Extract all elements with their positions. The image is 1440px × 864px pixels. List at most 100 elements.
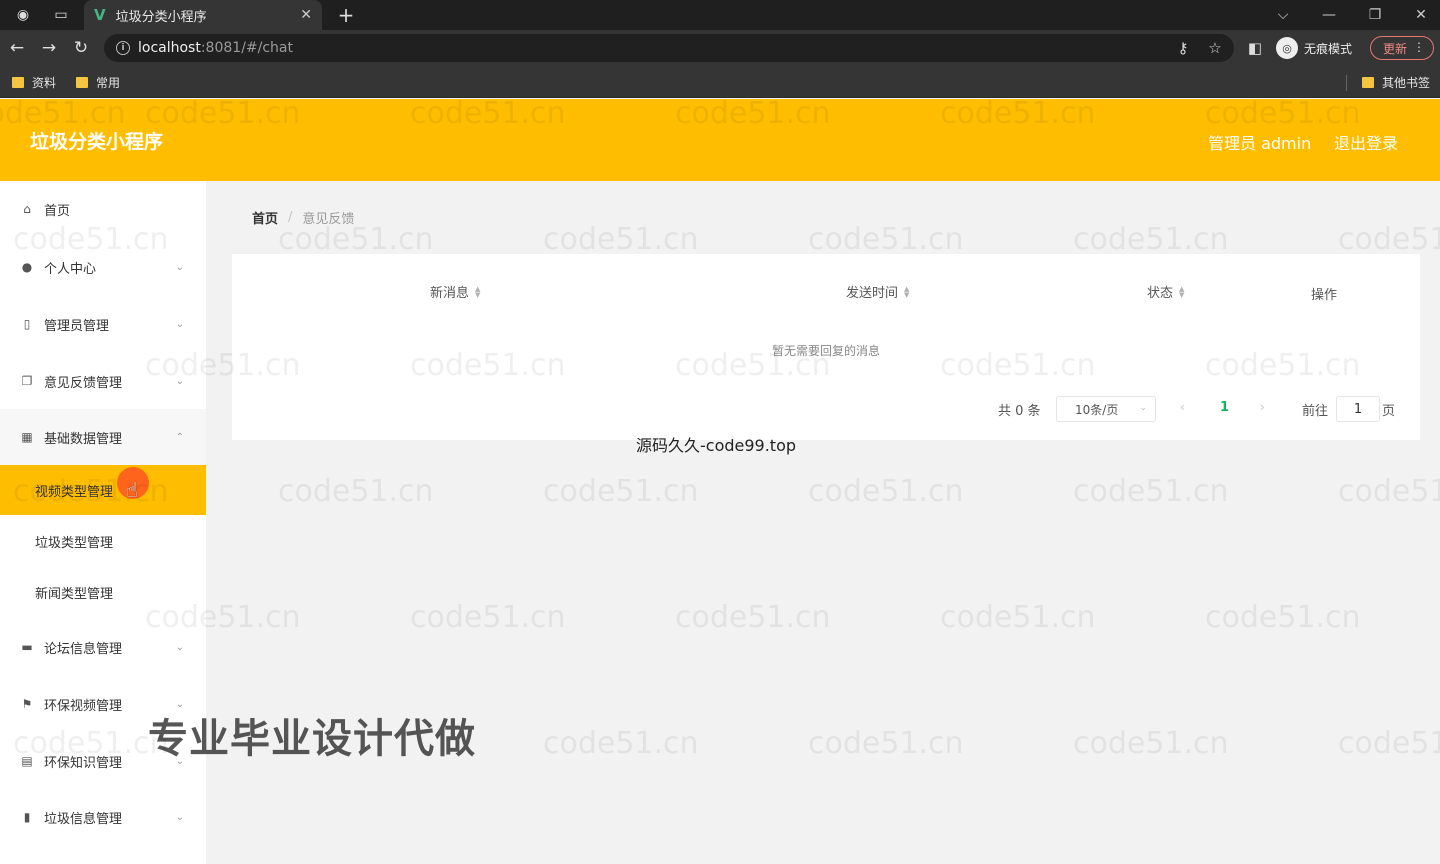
tab-close-icon[interactable]: ✕ (300, 7, 312, 23)
browser-tab[interactable]: V 垃圾分类小程序 ✕ (84, 0, 322, 30)
sidebar-item-garbage-info[interactable]: ▮ 垃圾信息管理 ⌄ (0, 789, 206, 845)
key-icon[interactable]: ⚷ (1170, 30, 1196, 66)
update-label: 更新 (1383, 41, 1408, 56)
folder-icon (1362, 76, 1374, 88)
column-header-actions: 操作 (1311, 284, 1337, 303)
sidebar-item-feedback[interactable]: ❐ 意见反馈管理 ⌄ (0, 353, 206, 409)
watermark: code51.cn (1073, 726, 1229, 761)
sort-icon[interactable]: ▲ ▼ (904, 285, 909, 298)
update-button[interactable]: 更新 ⋮ (1370, 36, 1434, 60)
sidebar-item-forum[interactable]: ▬ 论坛信息管理 ⌄ (0, 619, 206, 675)
bookmark-folder[interactable]: 常用 (76, 66, 120, 98)
browser-tab-bar: ◉ ▭ V 垃圾分类小程序 ✕ + ⌵ — ❐ ✕ (0, 0, 1440, 30)
sidebar-item-label: 环保知识管理 (44, 755, 123, 771)
copy-icon: ❐ (21, 374, 33, 388)
browser-profile-icon[interactable]: ◉ (6, 0, 40, 30)
grid-icon: ▦ (21, 430, 33, 444)
watermark: code51.cn (808, 726, 964, 761)
home-icon: ⌂ (23, 202, 31, 216)
back-icon[interactable]: ← (2, 30, 32, 66)
watermark: code51.cn (1073, 222, 1229, 257)
url-input[interactable]: i localhost:8081/#/chat (104, 34, 1234, 62)
site-info-icon[interactable]: i (116, 41, 130, 55)
sidebar-item-personal-center[interactable]: ● 个人中心 ⌄ (0, 239, 206, 295)
app-header: 垃圾分类小程序 管理员 admin 退出登录 (0, 99, 1440, 181)
sort-icon[interactable]: ▲ ▼ (1179, 285, 1184, 298)
bookmarks-bar: 资料 常用 其他书签 (0, 66, 1440, 98)
goto-page-input[interactable]: 1 (1336, 396, 1380, 422)
watermark: code51.cn (543, 222, 699, 257)
sidebar-subitem-video-type[interactable]: 视频类型管理 (0, 465, 206, 515)
app-title: 垃圾分类小程序 (30, 131, 164, 153)
url-host: localhost (138, 40, 201, 56)
sidebar-subitem-label: 新闻类型管理 (35, 586, 114, 602)
column-header-label: 发送时间 (846, 286, 899, 301)
sidebar-item-base-data[interactable]: ▦ 基础数据管理 ⌃ (0, 409, 206, 465)
column-header-new-message[interactable]: 新消息 ▲ ▼ (430, 282, 480, 301)
chevron-down-icon: ⌄ (175, 375, 184, 387)
bar-chart-icon: ▮ (23, 810, 31, 824)
restore-icon[interactable]: ❐ (1352, 0, 1398, 30)
monitor-icon: ▬ (21, 640, 33, 654)
page-size-select[interactable]: 10条/页 ⌄ (1056, 396, 1156, 422)
incognito-indicator[interactable]: ◎ 无痕模式 (1276, 36, 1352, 60)
chevron-down-icon: ⌄ (175, 261, 184, 273)
page-unit-label: 页 (1382, 404, 1396, 419)
chevron-down-icon: ⌄ (1139, 403, 1147, 413)
breadcrumb: 首页 / 意见反馈 (252, 208, 354, 227)
logout-link[interactable]: 退出登录 (1334, 130, 1398, 154)
hand-cursor-icon: ☝ (126, 478, 139, 502)
breadcrumb-current: 意见反馈 (302, 212, 355, 227)
tab-overview-icon[interactable]: ▭ (44, 0, 78, 30)
watermark: code51.cn (543, 726, 699, 761)
document-icon: ▤ (21, 754, 33, 768)
star-icon[interactable]: ☆ (1202, 30, 1228, 66)
tab-search-icon[interactable]: ⌵ (1260, 0, 1306, 30)
sidebar-item-label: 基础数据管理 (44, 431, 123, 447)
new-tab-icon[interactable]: + (334, 0, 358, 30)
chevron-up-icon: ⌃ (175, 431, 184, 443)
bookmark-folder[interactable]: 资料 (12, 66, 56, 98)
sidebar-item-label: 个人中心 (44, 261, 97, 277)
sidebar-subitem-news-type[interactable]: 新闻类型管理 (0, 567, 206, 617)
sidebar-item-label: 意见反馈管理 (44, 375, 123, 391)
incognito-label: 无痕模式 (1304, 41, 1353, 56)
flag-icon: ⚑ (21, 697, 33, 711)
pagination: 共 0 条 10条/页 ⌄ ‹ 1 › 前往 1 页 (232, 396, 1420, 422)
bookmark-label: 常用 (96, 75, 121, 90)
folder-icon (12, 76, 24, 88)
column-header-send-time[interactable]: 发送时间 ▲ ▼ (846, 282, 909, 301)
prev-page-icon[interactable]: ‹ (1180, 400, 1185, 414)
sidebar-item-home[interactable]: ⌂ 首页 (0, 181, 206, 237)
reload-icon[interactable]: ↻ (66, 30, 96, 66)
other-bookmarks[interactable]: 其他书签 (1362, 66, 1430, 98)
column-header-label: 操作 (1311, 288, 1338, 303)
phone-icon: ▯ (23, 317, 31, 331)
minimize-icon[interactable]: — (1306, 0, 1352, 30)
close-window-icon[interactable]: ✕ (1398, 0, 1440, 30)
page-number[interactable]: 1 (1220, 400, 1229, 415)
sidebar-item-label: 环保视频管理 (44, 698, 123, 714)
more-menu-icon[interactable]: ⋮ (1413, 40, 1425, 54)
sidebar-item-label: 首页 (44, 203, 71, 219)
next-page-icon[interactable]: › (1260, 400, 1265, 414)
sort-icon[interactable]: ▲ ▼ (475, 285, 480, 298)
column-header-status[interactable]: 状态 ▲ ▼ (1147, 282, 1184, 301)
sidebar-subitem-label: 视频类型管理 (35, 484, 114, 500)
watermark: code51.cn (808, 474, 964, 509)
sidebar-item-admin[interactable]: ▯ 管理员管理 ⌄ (0, 296, 206, 352)
side-panel-icon[interactable]: ◧ (1242, 30, 1268, 66)
breadcrumb-home[interactable]: 首页 (252, 208, 278, 227)
source-caption: 源码久久-code99.top (636, 436, 797, 455)
sidebar-subitem-garbage-type[interactable]: 垃圾类型管理 (0, 516, 206, 566)
watermark: code51.cn (278, 474, 434, 509)
watermark: code51.cn (675, 600, 831, 635)
goto-label: 前往 (1302, 404, 1329, 419)
watermark: code51.cn (410, 600, 566, 635)
chevron-down-icon: ⌄ (175, 318, 184, 330)
forward-icon[interactable]: → (34, 30, 64, 66)
chevron-down-icon: ⌄ (175, 811, 184, 823)
watermark: code51.cn (1205, 600, 1361, 635)
breadcrumb-separator: / (288, 210, 293, 225)
sidebar-subitem-label: 垃圾类型管理 (35, 535, 114, 551)
